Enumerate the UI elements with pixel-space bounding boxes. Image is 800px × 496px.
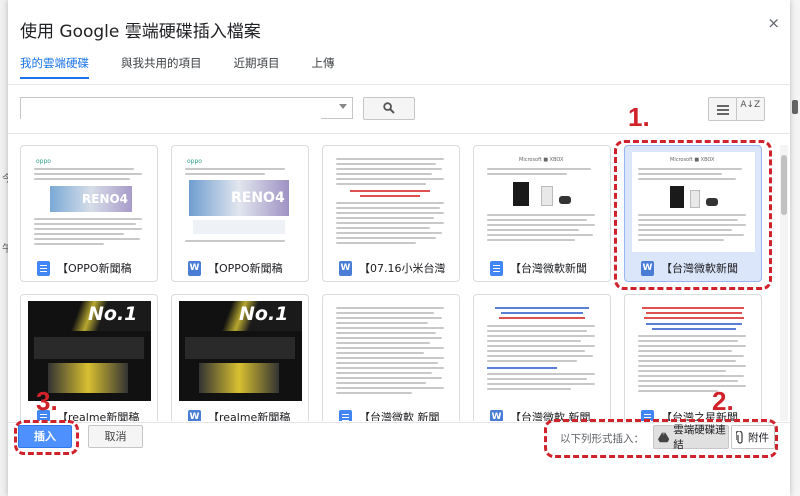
tab-shared-with-me[interactable]: 與我共用的項目: [121, 55, 202, 79]
view-options: A↓Z: [708, 97, 765, 121]
callout-box-3: [14, 420, 79, 455]
file-thumbnail: oppo RENO4: [28, 152, 151, 252]
toolbar-divider: [8, 133, 790, 134]
product-image: [193, 220, 285, 234]
file-thumbnail: [330, 301, 453, 401]
side-handle: [792, 100, 798, 114]
search-input[interactable]: [21, 99, 321, 119]
file-name: 【台灣微軟新聞: [510, 262, 587, 275]
tab-recent[interactable]: 近期項目: [234, 55, 280, 79]
scrollbar-thumb[interactable]: [781, 155, 787, 215]
callout-number-3: 3.: [36, 386, 58, 416]
callout-box-2: [544, 419, 778, 458]
file-name-row: W 【realme新聞稿: [188, 409, 306, 421]
dropdown-caret-icon[interactable]: [339, 104, 347, 109]
google-docs-icon: [339, 409, 352, 421]
microsoft-xbox-logo: Microsoft ■ XBOX: [519, 157, 564, 163]
background-right-strip: [758, 0, 800, 496]
xbox-series-x-image: [513, 182, 529, 206]
file-name-row: W 【07.16小米台灣: [339, 260, 457, 276]
callout-number-1: 1.: [628, 102, 650, 132]
phone-image: [199, 363, 279, 393]
no1-label: No.1: [239, 303, 289, 325]
file-thumbnail: [330, 152, 453, 252]
file-name-row: W 【OPPO新聞稿: [188, 260, 306, 276]
google-docs-icon: [490, 260, 503, 276]
word-icon: W: [490, 409, 503, 421]
close-icon[interactable]: ×: [767, 14, 780, 32]
tab-divider: [8, 84, 790, 85]
file-name: 【07.16小米台灣: [359, 262, 446, 275]
scrollbar[interactable]: [780, 145, 788, 421]
word-icon: W: [188, 260, 201, 276]
file-thumbnail: Microsoft ■ XBOX: [481, 152, 604, 252]
file-card[interactable]: W 【07.16小米台灣: [322, 145, 460, 282]
search-button[interactable]: [363, 97, 415, 120]
oppo-logo: oppo: [36, 158, 51, 165]
search-field[interactable]: [20, 97, 353, 119]
file-name-row: 【台灣微軟 新聞: [339, 409, 457, 421]
oppo-logo: oppo: [187, 158, 202, 165]
xbox-series-s-image: [541, 186, 553, 206]
callout-box-1: [614, 140, 772, 290]
promo-panel: [34, 337, 144, 359]
file-name: 【realme新聞稿: [208, 411, 291, 421]
search-icon: [383, 102, 395, 114]
file-card[interactable]: oppo RENO4 W 【OPPO新聞稿: [171, 145, 309, 282]
dialog-title: 使用 Google 雲端硬碟插入檔案: [20, 22, 261, 42]
file-name-row: 【OPPO新聞稿: [37, 260, 155, 276]
file-name: 【OPPO新聞稿: [57, 262, 132, 275]
reno-label: RENO4: [231, 190, 285, 206]
tab-bar: 我的雲端硬碟 與我共用的項目 近期項目 上傳: [20, 55, 367, 79]
file-card[interactable]: W 【台灣微軟 新聞: [473, 294, 611, 421]
file-name: 【台灣微軟 新聞: [359, 411, 440, 421]
file-thumbnail: oppo RENO4: [179, 152, 302, 252]
controller-image: [559, 196, 571, 204]
file-card[interactable]: 【台灣之星新聞: [624, 294, 762, 421]
google-docs-icon: [37, 260, 50, 276]
file-card[interactable]: 【台灣微軟 新聞: [322, 294, 460, 421]
file-thumbnail: No.1: [179, 301, 302, 401]
sort-az-icon[interactable]: A↓Z: [737, 98, 764, 120]
file-card[interactable]: oppo RENO4 【OPPO新聞稿: [20, 145, 158, 282]
promo-panel: [185, 337, 295, 359]
file-name-row: 【台灣微軟新聞: [490, 260, 608, 276]
file-name: 【OPPO新聞稿: [208, 262, 283, 275]
callout-number-2: 2.: [712, 386, 734, 416]
tab-my-drive[interactable]: 我的雲端硬碟: [20, 55, 89, 79]
file-card[interactable]: Microsoft ■ XBOX 【台灣微軟新聞: [473, 145, 611, 282]
cancel-button[interactable]: 取消: [88, 425, 143, 448]
file-thumbnail: [632, 301, 755, 401]
no1-label: No.1: [88, 303, 138, 325]
file-card[interactable]: No.1 W 【realme新聞稿: [171, 294, 309, 421]
list-view-icon[interactable]: [709, 98, 737, 120]
reno-label: RENO4: [82, 192, 129, 206]
tab-upload[interactable]: 上傳: [312, 55, 335, 79]
word-icon: W: [188, 409, 201, 421]
phone-image: [48, 363, 128, 393]
file-thumbnail: [481, 301, 604, 401]
word-icon: W: [339, 260, 352, 276]
